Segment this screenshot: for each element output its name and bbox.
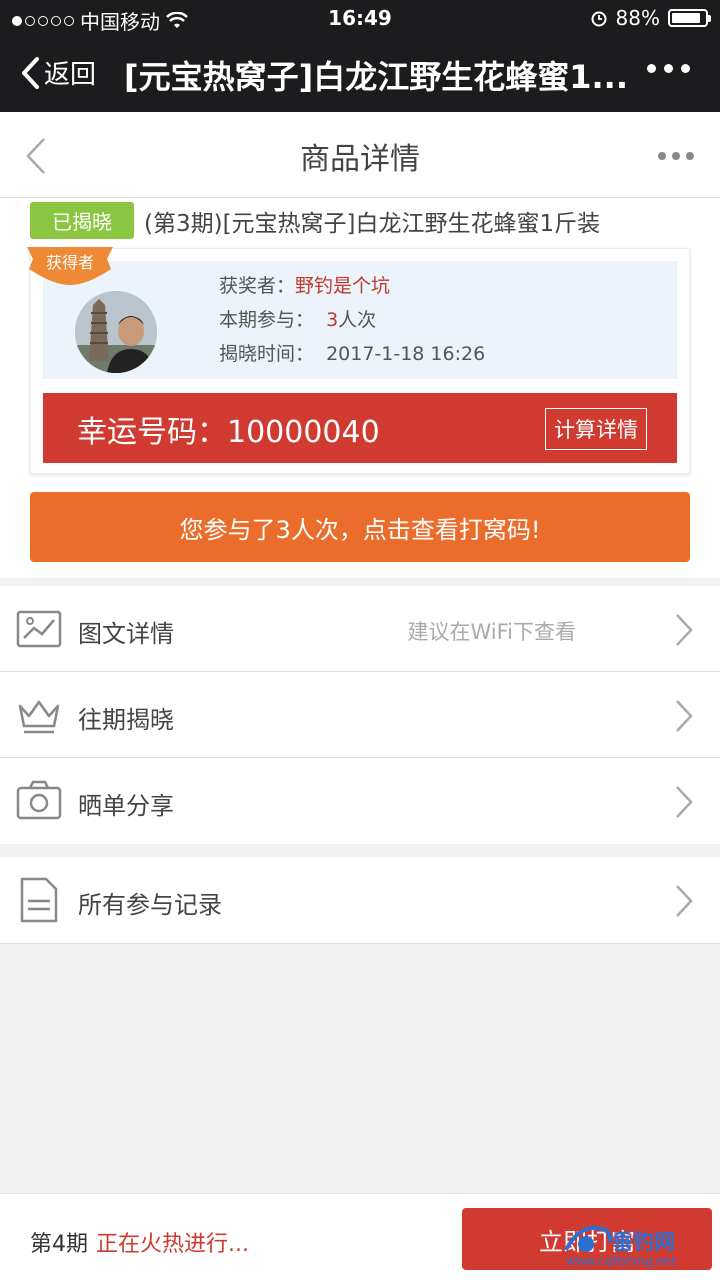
period-status: 第4期 正在火热进行... xyxy=(30,1226,249,1258)
page-more-icon[interactable] xyxy=(658,152,694,160)
participation-unit: 人次 xyxy=(338,309,377,331)
menu-item-details[interactable]: 图文详情 建议在WiFi下查看 xyxy=(0,586,720,672)
back-label: 返回 xyxy=(44,60,97,90)
lucky-number-bar: 幸运号码：10000040 计算详情 xyxy=(43,393,677,463)
chevron-right-icon xyxy=(676,786,693,818)
battery-icon xyxy=(668,9,711,27)
product-name: (第3期)[元宝热窝子]白龙江野生花蜂蜜1斤装 xyxy=(144,210,601,237)
winner-ribbon: 获得者 xyxy=(25,243,115,285)
lucky-number: 10000040 xyxy=(227,415,380,450)
reveal-time-line: 揭晓时间： 2017-1-18 16:26 xyxy=(219,339,485,366)
camera-icon xyxy=(16,780,62,820)
page-header: 商品详情 xyxy=(0,112,720,198)
watermark-icon xyxy=(564,1225,613,1252)
period-hot-status[interactable]: 正在火热进行... xyxy=(96,1232,249,1257)
alarm-icon xyxy=(591,11,607,27)
chevron-right-icon xyxy=(676,700,693,732)
product-section: 已揭晓 (第3期)[元宝热窝子]白龙江野生花蜂蜜1斤装 获奖者：野钓是个坑 本期… xyxy=(0,198,720,578)
back-chevron-icon xyxy=(22,56,39,89)
reveal-time: 2017-1-18 16:26 xyxy=(326,343,486,365)
menu-item-share[interactable]: 晒单分享 xyxy=(0,758,720,844)
participation-count: 3 xyxy=(326,309,339,331)
menu-item-history[interactable]: 往期揭晓 xyxy=(0,672,720,758)
watermark-url: www.cqfishing.net xyxy=(566,1254,676,1268)
crown-icon xyxy=(18,700,60,734)
view-codes-button[interactable]: 您参与了3人次，点击查看打窝码! xyxy=(30,492,690,562)
wechat-nav-bar: 返回 [元宝热窝子]白龙江野生花蜂蜜1... xyxy=(0,36,720,112)
winner-info: 获奖者：野钓是个坑 本期参与： 3人次 揭晓时间： 2017-1-18 16:2… xyxy=(43,261,677,379)
lucky-label: 幸运号码： xyxy=(77,415,227,450)
status-badge: 已揭晓 xyxy=(30,202,134,239)
period-label: 第4期 xyxy=(30,1232,88,1257)
calc-details-button[interactable]: 计算详情 xyxy=(545,408,647,450)
status-bar: 中国移动 16:49 88% xyxy=(0,0,720,36)
menu-group-2: 所有参与记录 xyxy=(0,857,720,944)
participation-label: 本期参与： xyxy=(219,309,315,331)
chevron-right-icon xyxy=(676,614,693,646)
menu-label: 所有参与记录 xyxy=(78,891,222,919)
winner-card: 获奖者：野钓是个坑 本期参与： 3人次 揭晓时间： 2017-1-18 16:2… xyxy=(27,247,690,474)
watermark-name: 垂钓网 xyxy=(612,1230,675,1254)
avatar xyxy=(75,291,157,373)
participation-line: 本期参与： 3人次 xyxy=(219,305,376,332)
winner-label: 获奖者： xyxy=(219,275,296,297)
ribbon-label: 获得者 xyxy=(45,253,94,272)
winner-line: 获奖者：野钓是个坑 xyxy=(219,271,390,298)
more-icon[interactable] xyxy=(647,64,690,73)
menu-item-records[interactable]: 所有参与记录 xyxy=(0,857,720,943)
chevron-right-icon xyxy=(676,885,693,917)
document-icon xyxy=(20,877,58,923)
menu-hint: 建议在WiFi下查看 xyxy=(407,620,576,644)
back-button[interactable]: 返回 xyxy=(20,54,96,91)
menu-group-1: 图文详情 建议在WiFi下查看 往期揭晓 晒单分享 xyxy=(0,586,720,844)
page-title: 商品详情 xyxy=(300,142,420,177)
menu-label: 往期揭晓 xyxy=(78,706,174,734)
image-icon xyxy=(16,610,62,648)
winner-name[interactable]: 野钓是个坑 xyxy=(295,275,390,297)
nav-title: [元宝热窝子]白龙江野生花蜂蜜1... xyxy=(124,58,628,96)
menu-label: 图文详情 xyxy=(78,620,174,648)
menu-label: 晒单分享 xyxy=(78,792,174,820)
reveal-label: 揭晓时间： xyxy=(219,343,315,365)
watermark-logo: 垂钓网 www.cqfishing.net xyxy=(560,1222,710,1270)
battery-percent: 88% xyxy=(615,6,660,30)
